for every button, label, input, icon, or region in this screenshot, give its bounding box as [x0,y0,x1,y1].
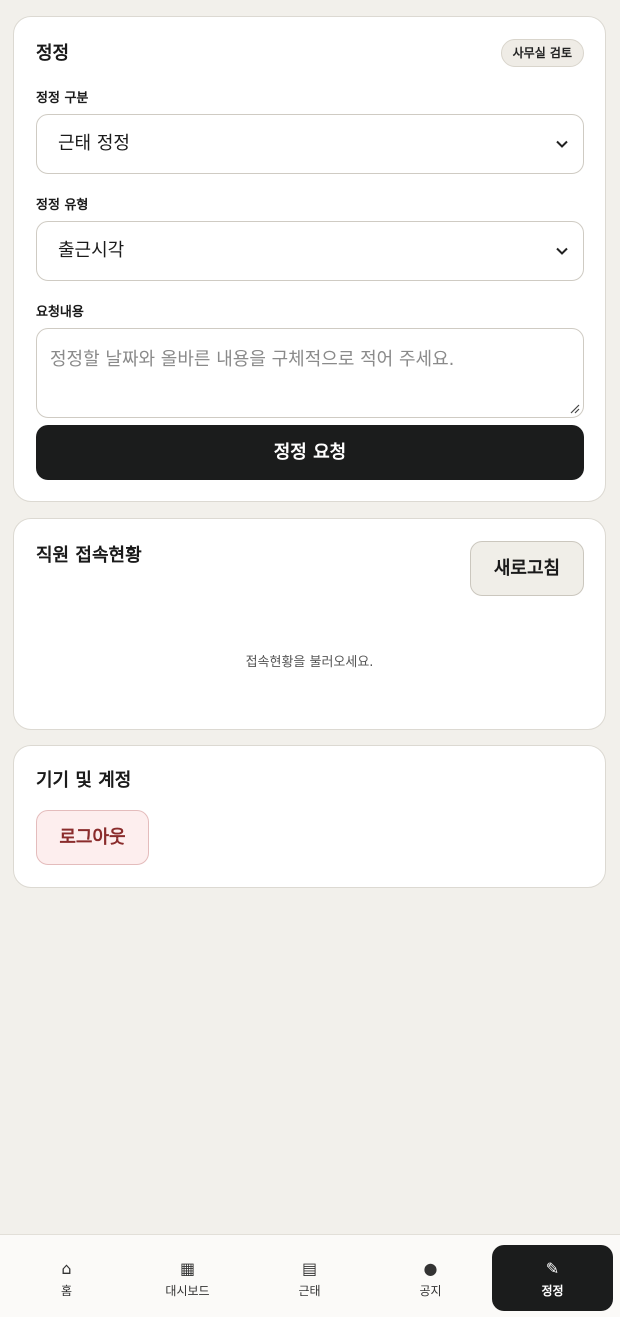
home-icon: ⌂ [61,1259,72,1278]
type-label: 정정 유형 [36,198,89,213]
category-label: 정정 구분 [36,91,89,106]
correction-title: 정정 [36,43,70,64]
nav-item-dashboard[interactable]: ▦ 대시보드 [127,1245,248,1311]
nav-item-notice[interactable]: ● 공지 [370,1245,491,1311]
staff-status-title: 직원 접속현황 [36,545,142,566]
content-label: 요청내용 [36,305,84,320]
device-account-title: 기기 및 계정 [36,770,132,791]
correction-card: 정정 사무실 검토 정정 구분 근태 정정 정정 유형 출근시각 요청내용 정정… [13,16,606,502]
type-select[interactable]: 출근시각 [36,221,584,281]
device-account-card: 기기 및 계정 로그아웃 [13,745,606,888]
nav-label-home: 홈 [60,1284,73,1298]
content-textarea[interactable]: 정정할 날짜와 올바른 내용을 구체적으로 적어 주세요. [36,328,584,418]
list-icon: ▤ [301,1259,318,1278]
type-select-value: 출근시각 [58,240,125,261]
category-select-value: 근태 정정 [58,133,130,154]
chevron-down-icon [556,247,568,255]
refresh-button[interactable]: 새로고침 [470,541,584,596]
page: 정정 사무실 검토 정정 구분 근태 정정 정정 유형 출근시각 요청내용 정정… [0,0,620,1317]
nav-label-attendance: 근태 [298,1284,321,1298]
pencil-icon: ✎ [545,1259,560,1278]
category-select[interactable]: 근태 정정 [36,114,584,174]
nav-label-correction: 정정 [541,1284,564,1298]
nav-label-notice: 공지 [419,1284,442,1298]
nav-label-dashboard: 대시보드 [165,1284,210,1298]
nav-item-home[interactable]: ⌂ 홈 [6,1245,127,1311]
review-badge: 사무실 검토 [500,39,584,67]
content-placeholder: 정정할 날짜와 올바른 내용을 구체적으로 적어 주세요. [50,349,455,370]
nav-item-correction[interactable]: ✎ 정정 [492,1245,613,1311]
submit-correction-button[interactable]: 정정 요청 [36,425,584,480]
status-empty-text: 접속현황을 불러오세요. [245,655,374,670]
logout-button[interactable]: 로그아웃 [36,810,149,865]
bottom-nav: ⌂ 홈 ▦ 대시보드 ▤ 근태 ● 공지 ✎ 정정 [0,1234,620,1317]
resize-grip-icon[interactable] [570,404,580,414]
chevron-down-icon [556,140,568,148]
grid-icon: ▦ [179,1259,196,1278]
dot-icon: ● [423,1259,438,1278]
staff-status-card: 직원 접속현황 새로고침 접속현황을 불러오세요. [13,518,606,730]
nav-item-attendance[interactable]: ▤ 근태 [249,1245,370,1311]
